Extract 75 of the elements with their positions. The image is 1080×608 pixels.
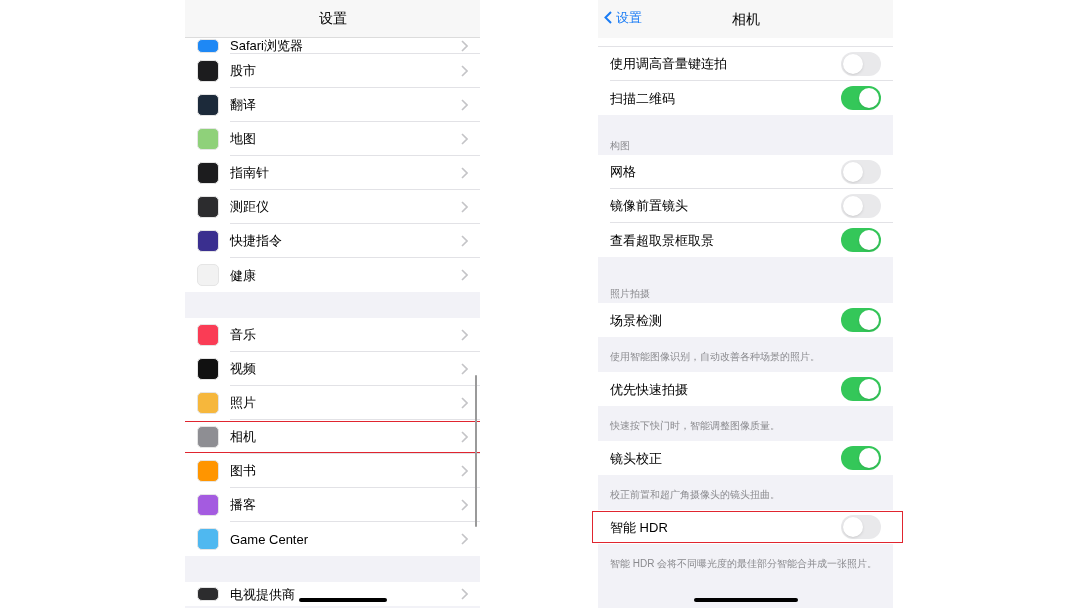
setting-label: 镜头校正 xyxy=(610,451,663,465)
row-label: 翻译 xyxy=(230,98,256,111)
row-label: 照片 xyxy=(230,396,256,409)
row-label: Game Center xyxy=(230,532,309,546)
settings-row[interactable]: 快捷指令 xyxy=(185,224,480,258)
row-label: 音乐 xyxy=(230,328,256,341)
settings-row[interactable]: 相机 xyxy=(185,420,480,454)
setting-description: 使用智能图像识别，自动改善各种场景的照片。 xyxy=(610,351,820,362)
toggle-switch[interactable] xyxy=(841,228,881,252)
chevron-icon xyxy=(461,362,468,375)
settings-row[interactable]: Game Center xyxy=(185,522,480,556)
section-header: 照片拍摄 xyxy=(610,289,650,299)
chevron-icon xyxy=(461,328,468,341)
toggle-switch[interactable] xyxy=(841,515,881,539)
toggle-switch[interactable] xyxy=(841,377,881,401)
settings-row[interactable]: 图书 xyxy=(185,454,480,488)
settings-row[interactable]: 股市 xyxy=(185,54,480,88)
row-label: 指南针 xyxy=(230,166,269,179)
chevron-icon xyxy=(461,132,468,145)
chevron-icon xyxy=(461,39,468,52)
settings-row[interactable]: 测距仪 xyxy=(185,190,480,224)
setting-label: 扫描二维码 xyxy=(610,91,676,105)
toggle-switch[interactable] xyxy=(841,159,881,184)
row-label: 播客 xyxy=(230,498,256,511)
settings-row[interactable]: 视频 xyxy=(185,352,480,386)
row-label: Safari浏览器 xyxy=(230,39,303,52)
setting-label: 场景检测 xyxy=(610,313,663,327)
back-chevron-icon xyxy=(604,11,612,24)
settings-row[interactable]: 地图 xyxy=(185,122,480,156)
setting-label: 网格 xyxy=(610,165,637,178)
toggle-switch[interactable] xyxy=(841,86,881,110)
chevron-icon xyxy=(461,533,468,545)
back-button[interactable]: 设置 xyxy=(604,11,642,24)
setting-description: 智能 HDR 会将不同曝光度的最佳部分智能合并成一张照片。 xyxy=(610,558,878,569)
screen-title: 设置 xyxy=(318,9,347,28)
toggle-switch[interactable] xyxy=(841,446,881,470)
setting-label: 智能 HDR xyxy=(610,520,669,534)
chevron-icon xyxy=(461,588,468,600)
chevron-icon xyxy=(461,64,468,77)
settings-row[interactable]: 照片 xyxy=(185,386,480,420)
setting-label: 使用调高音量键连拍 xyxy=(610,57,728,70)
setting-label: 镜像前置镜头 xyxy=(610,199,689,212)
chevron-icon xyxy=(461,200,468,213)
row-label: 股市 xyxy=(230,64,256,77)
chevron-icon xyxy=(461,98,468,111)
chevron-icon xyxy=(461,464,468,477)
settings-row[interactable]: 播客 xyxy=(185,488,480,522)
setting-description: 快速按下快门时，智能调整图像质量。 xyxy=(610,420,780,431)
toggle-switch[interactable] xyxy=(841,193,881,218)
chevron-icon xyxy=(461,396,468,409)
settings-row[interactable]: 指南针 xyxy=(185,156,480,190)
row-label: 测距仪 xyxy=(230,200,269,213)
setting-label: 查看超取景框取景 xyxy=(610,233,715,247)
row-label: 健康 xyxy=(230,268,256,282)
toggle-switch[interactable] xyxy=(841,51,881,76)
chevron-icon xyxy=(461,166,468,179)
settings-row[interactable]: Safari浏览器 xyxy=(185,38,480,54)
row-label: 相机 xyxy=(230,430,256,443)
row-label: 快捷指令 xyxy=(230,234,282,247)
row-label: 视频 xyxy=(230,362,256,375)
settings-row[interactable]: 翻译 xyxy=(185,88,480,122)
row-label: 地图 xyxy=(230,132,256,145)
toggle-switch[interactable] xyxy=(841,308,881,332)
chevron-icon xyxy=(461,269,468,281)
chevron-icon xyxy=(461,234,468,247)
row-label: 图书 xyxy=(230,464,256,477)
screen-title: 相机 xyxy=(731,9,760,29)
chevron-icon xyxy=(461,498,468,511)
settings-row[interactable]: 音乐 xyxy=(185,318,480,352)
setting-description: 校正前置和超广角摄像头的镜头扭曲。 xyxy=(610,489,780,500)
chevron-icon xyxy=(461,430,468,443)
settings-row[interactable]: 健康 xyxy=(185,258,480,292)
row-label: 电视提供商 xyxy=(230,587,295,601)
section-header: 构图 xyxy=(610,141,630,151)
setting-label: 优先快速拍摄 xyxy=(610,382,689,396)
